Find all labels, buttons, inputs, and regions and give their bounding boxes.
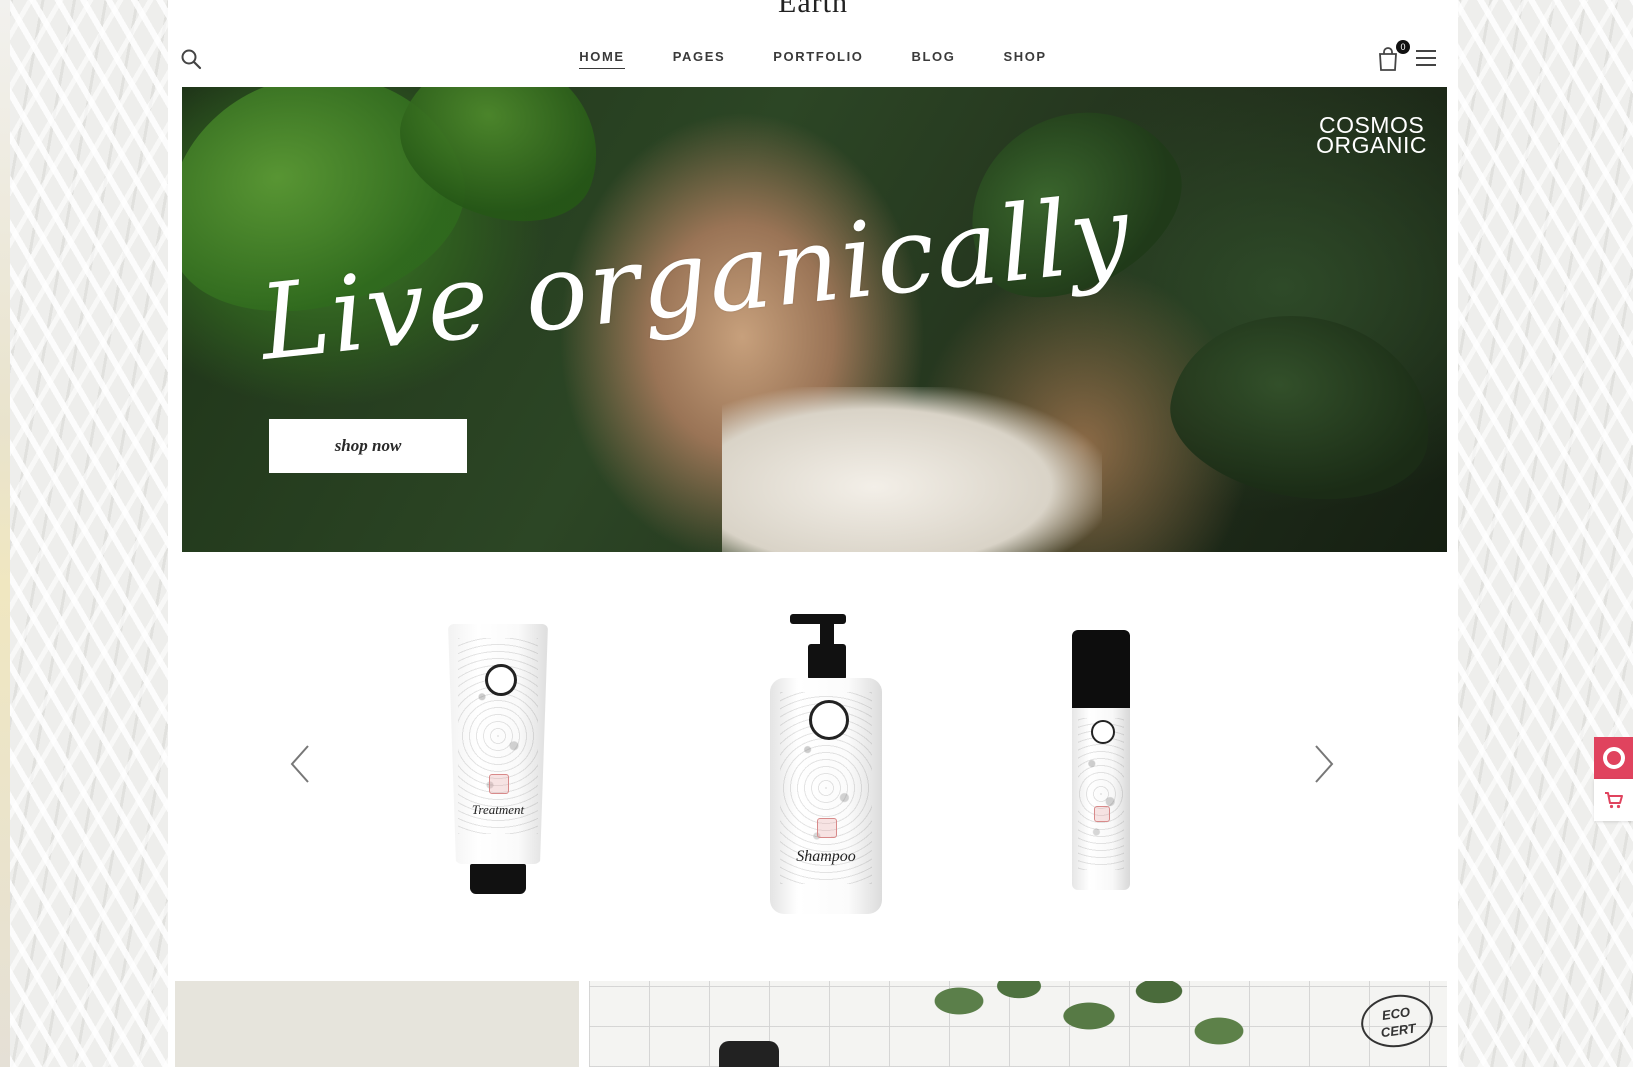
pump-neck bbox=[808, 644, 846, 680]
hero-banner: COSMOS ORGANIC Live organically shop now bbox=[182, 87, 1447, 552]
side-widget bbox=[1594, 737, 1633, 821]
left-edge-strip bbox=[0, 0, 10, 1067]
badge-line-2: ORGANIC bbox=[1316, 132, 1427, 158]
page-container: Earth HOME PAGES PORTFOLIO BLOG SHOP 0 C… bbox=[168, 0, 1458, 1067]
nav-item-portfolio[interactable]: PORTFOLIO bbox=[773, 49, 863, 68]
leaf-image-far-right bbox=[1158, 295, 1446, 519]
site-title[interactable]: Earth bbox=[168, 0, 1458, 18]
side-cart-button[interactable] bbox=[1594, 779, 1633, 821]
certification-mark-icon bbox=[489, 774, 509, 794]
product-treatment[interactable]: Treatment bbox=[448, 624, 548, 894]
tube-cap bbox=[470, 864, 526, 894]
product-label: Treatment bbox=[471, 802, 525, 817]
support-button[interactable] bbox=[1594, 737, 1633, 779]
model-dress-image bbox=[722, 387, 1102, 552]
bottle-body: Shampoo bbox=[770, 678, 882, 914]
pump-nozzle bbox=[790, 614, 846, 624]
chevron-right-icon[interactable] bbox=[1310, 742, 1338, 786]
spray-cap bbox=[1072, 630, 1130, 708]
main-navigation: HOME PAGES PORTFOLIO BLOG SHOP 0 bbox=[168, 30, 1458, 86]
chevron-left-icon[interactable] bbox=[286, 742, 314, 786]
ecocert-badge: ECO CERT bbox=[1357, 990, 1437, 1052]
cart-count-badge: 0 bbox=[1396, 40, 1410, 54]
nav-menu: HOME PAGES PORTFOLIO BLOG SHOP bbox=[168, 49, 1458, 69]
cart-button[interactable]: 0 bbox=[1376, 40, 1410, 72]
cosmos-organic-badge: COSMOS ORGANIC bbox=[1316, 114, 1427, 158]
hamburger-menu-icon[interactable] bbox=[1416, 50, 1436, 66]
product-carousel: Treatment Shampoo bbox=[168, 600, 1458, 920]
nav-item-home[interactable]: HOME bbox=[579, 49, 625, 69]
product-spray[interactable] bbox=[1072, 630, 1130, 890]
brand-logo-icon bbox=[809, 700, 849, 740]
certification-mark-icon bbox=[817, 818, 837, 838]
background-pattern-right bbox=[1458, 0, 1633, 1067]
certification-mark-icon bbox=[1094, 806, 1110, 822]
nav-item-pages[interactable]: PAGES bbox=[673, 49, 726, 68]
featured-beige-panel bbox=[175, 981, 579, 1067]
shop-now-button[interactable]: shop now bbox=[269, 419, 467, 473]
nav-item-shop[interactable]: SHOP bbox=[1003, 49, 1046, 68]
featured-section: ECO CERT bbox=[175, 981, 1447, 1067]
spray-body bbox=[1072, 708, 1130, 890]
product-shampoo[interactable]: Shampoo bbox=[770, 614, 882, 914]
cart-icon bbox=[1605, 792, 1623, 809]
tube-body: Treatment bbox=[448, 624, 548, 864]
nav-item-blog[interactable]: BLOG bbox=[912, 49, 956, 68]
featured-photo: ECO CERT bbox=[589, 981, 1447, 1067]
brand-logo-icon bbox=[485, 664, 517, 696]
product-label: Shampoo bbox=[796, 848, 856, 865]
brand-logo-icon bbox=[1091, 720, 1115, 744]
lifebuoy-icon bbox=[1603, 747, 1625, 769]
product-image bbox=[719, 1041, 779, 1067]
pump-stem bbox=[820, 620, 834, 646]
plant-image bbox=[919, 981, 1279, 1067]
background-pattern-left bbox=[10, 0, 168, 1067]
